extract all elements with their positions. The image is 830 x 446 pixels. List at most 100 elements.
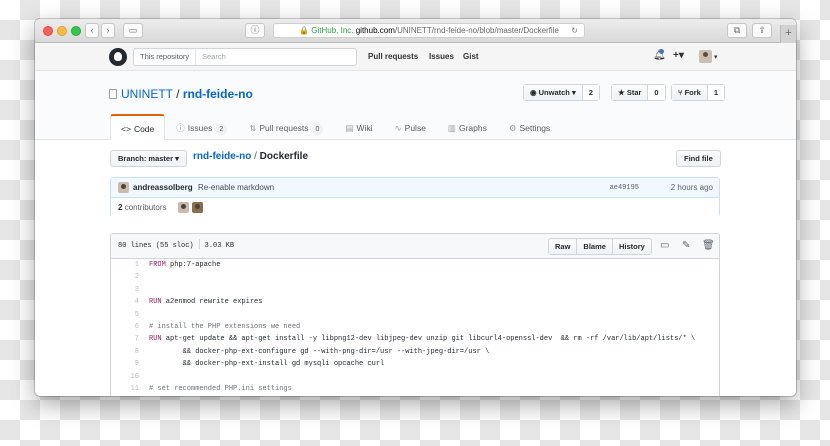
latest-commit-row: andreassolberg Re-enable markdown ae4919… <box>111 178 719 198</box>
contributors-row[interactable]: 2 contributors <box>111 198 719 217</box>
nav-gist[interactable]: Gist <box>463 43 479 71</box>
tabs-overview-icon[interactable]: ⧉ <box>727 23 747 38</box>
tab-issues[interactable]: ⓘ Issues 2 <box>165 114 238 140</box>
line-number[interactable]: 6 <box>111 321 149 333</box>
line-number[interactable]: 9 <box>111 358 149 370</box>
file-info: 80 lines (55 sloc) 3.03 KB <box>118 234 234 259</box>
star-button-group: ★ Star 0 <box>611 84 666 101</box>
fork-button-group: ⑂ Fork 1 <box>671 84 726 101</box>
nav-pull-requests[interactable]: Pull requests <box>368 43 418 71</box>
divider <box>198 239 200 249</box>
commit-tease: andreassolberg Re-enable markdown ae4919… <box>110 177 720 217</box>
github-logo-icon[interactable] <box>109 48 127 66</box>
star-button[interactable]: ★ Star <box>612 85 649 100</box>
contributor-avatar[interactable] <box>178 202 189 213</box>
repo-tabs: <> Code ⓘ Issues 2 ⇅ Pull requests 0 ▤ Wiki ∿ P… <box>110 114 561 140</box>
file-box: 80 lines (55 sloc) 3.03 KB Raw Blame Hist… <box>110 233 720 396</box>
new-dropdown-button[interactable]: +▾ <box>673 50 684 61</box>
line-content: && docker-php-ext-install gd mysqli opca… <box>149 360 385 369</box>
desktop-icon[interactable]: ▭ <box>660 240 669 251</box>
line-number[interactable]: 11 <box>111 383 149 395</box>
line-number[interactable]: 2 <box>111 271 149 283</box>
code-line: 7 RUN apt-get update && apt-get install -… <box>111 333 719 345</box>
new-tab-button[interactable]: + <box>780 25 796 43</box>
tab-label: Code <box>133 124 155 134</box>
github-header: This repository Search Pull requests Iss… <box>35 43 796 71</box>
pull-requests-counter: 0 <box>311 124 324 135</box>
tab-graphs[interactable]: ▥ Graphs <box>437 114 498 140</box>
lock-icon: 🔒 <box>299 26 310 35</box>
code-line: 4 RUN a2enmod rewrite expires <box>111 296 719 308</box>
line-number[interactable]: 4 <box>111 296 149 308</box>
minimize-window-button[interactable] <box>57 26 67 36</box>
find-file-button[interactable]: Find file <box>676 150 721 167</box>
code-line: 2 <box>111 271 719 283</box>
watch-button[interactable]: ◉ Unwatch ▾ <box>524 85 583 100</box>
line-content: # install the PHP extensions we need <box>149 322 301 331</box>
line-number[interactable]: 5 <box>111 309 149 321</box>
tab-pull-requests[interactable]: ⇅ Pull requests 0 <box>238 114 334 140</box>
fork-count[interactable]: 1 <box>707 85 725 100</box>
line-content: FROM php:7-apache <box>149 261 221 269</box>
close-window-button[interactable] <box>43 26 53 36</box>
gear-icon: ⚙ <box>508 123 517 133</box>
line-number[interactable]: 10 <box>111 371 149 383</box>
file-actions: Raw Blame History <box>548 238 652 255</box>
share-icon[interactable]: ⇪ <box>752 23 772 38</box>
fork-label: Fork <box>684 88 701 97</box>
line-number[interactable]: 8 <box>111 346 149 358</box>
author-avatar[interactable] <box>118 182 129 193</box>
tab-label: Pull requests <box>259 123 309 133</box>
issues-counter: 2 <box>215 124 228 135</box>
line-number[interactable]: 7 <box>111 333 149 345</box>
url-owner: GitHub, Inc. <box>311 26 354 35</box>
breadcrumb-repo-link[interactable]: rnd-feide-no <box>193 151 251 162</box>
tab-settings[interactable]: ⚙ Settings <box>498 114 561 140</box>
tab-pulse[interactable]: ∿ Pulse <box>384 114 437 140</box>
pencil-icon[interactable]: ✎ <box>682 240 690 251</box>
repo-owner-link[interactable]: UNINETT <box>121 87 173 101</box>
nav-issues[interactable]: Issues <box>429 43 454 71</box>
code-line: 3 <box>111 284 719 296</box>
issue-icon: ⓘ <box>176 123 185 133</box>
watch-label: Unwatch ▾ <box>538 88 576 97</box>
star-icon: ★ <box>618 88 627 97</box>
code-view: 1 FROM php:7-apache 2 3 4 RUN a2enmod rewrite… <box>111 259 719 396</box>
search-scope-label: This repository <box>134 49 197 65</box>
history-button[interactable]: History <box>612 239 651 254</box>
fork-button[interactable]: ⑂ Fork <box>672 85 708 100</box>
commit-message-link[interactable]: Re-enable markdown <box>198 178 274 198</box>
line-number[interactable]: 3 <box>111 284 149 296</box>
code-line: 8 && docker-php-ext-configure gd --with-… <box>111 346 719 358</box>
commit-sha-link[interactable]: ae49195 <box>610 178 639 198</box>
address-bar[interactable]: 🔒 GitHub, Inc. github.com/UNINETT/rnd-fe… <box>273 23 585 38</box>
commit-author-link[interactable]: andreassolberg <box>133 178 193 198</box>
tab-wiki[interactable]: ▤ Wiki <box>334 114 383 140</box>
pulse-icon: ∿ <box>394 123 402 133</box>
branch-select-button[interactable]: Branch: master ▾ <box>110 150 187 167</box>
sidebar-icon[interactable]: ▭ <box>123 23 143 38</box>
tab-code[interactable]: <> Code <box>110 114 166 140</box>
chevron-down-icon[interactable]: ▾ <box>714 53 718 61</box>
file-header: 80 lines (55 sloc) 3.03 KB Raw Blame Hist… <box>111 234 719 259</box>
blame-button[interactable]: Blame <box>577 239 613 254</box>
user-avatar[interactable] <box>699 50 712 63</box>
repo-name-link[interactable]: rnd-feide-no <box>183 87 253 101</box>
back-button[interactable]: ‹ <box>85 23 99 38</box>
line-number[interactable]: 12 <box>111 395 149 396</box>
star-count[interactable]: 0 <box>648 85 665 100</box>
repo-icon <box>109 89 117 99</box>
zoom-window-button[interactable] <box>71 26 81 36</box>
contributor-avatar[interactable] <box>192 202 203 213</box>
watch-count[interactable]: 2 <box>582 85 599 100</box>
info-icon[interactable]: ⓘ <box>245 23 265 38</box>
line-number[interactable]: 1 <box>111 259 149 271</box>
code-line: 10 <box>111 371 719 383</box>
reload-icon[interactable]: ↻ <box>571 24 578 37</box>
raw-button[interactable]: Raw <box>549 239 578 254</box>
trash-icon[interactable]: 🗑︎ <box>702 240 715 251</box>
search-input[interactable]: Search <box>202 49 226 65</box>
code-line: 12 <box>111 395 719 396</box>
fork-icon: ⑂ <box>678 88 685 97</box>
forward-button[interactable]: › <box>101 23 115 38</box>
